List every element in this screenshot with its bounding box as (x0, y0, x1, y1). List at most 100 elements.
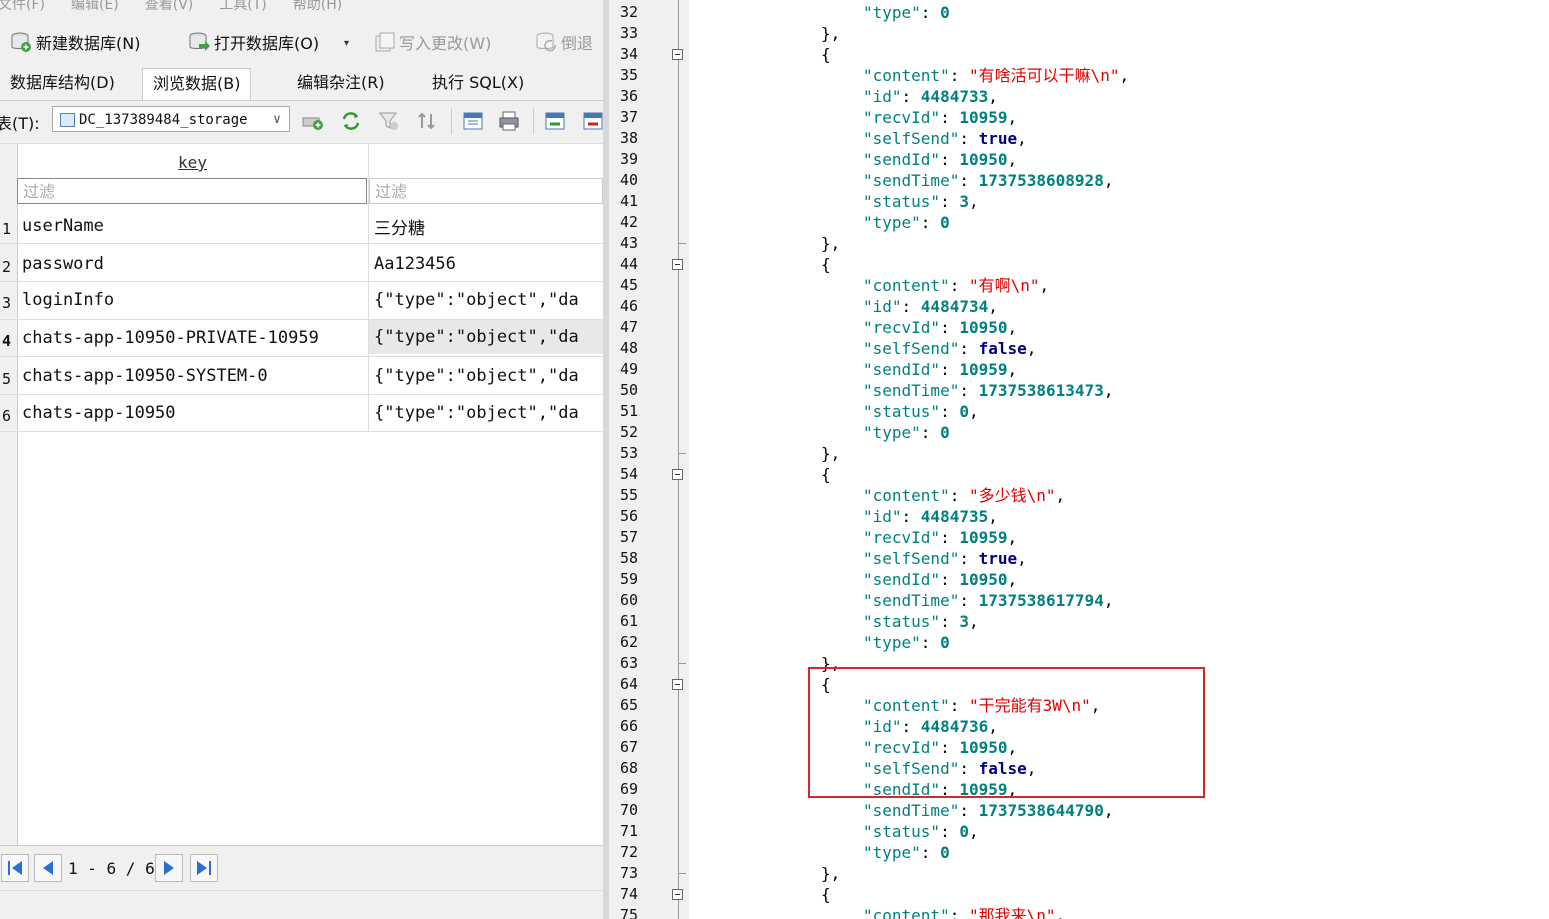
cell-value[interactable]: 三分糖 (374, 214, 603, 239)
code-line[interactable]: 34 { (609, 44, 1549, 65)
code-line[interactable]: 56 "id": 4484735, (609, 506, 1549, 527)
fold-toggle-icon[interactable] (672, 679, 683, 690)
code-token: "sendId" (863, 360, 941, 379)
fold-toggle-icon[interactable] (672, 259, 683, 270)
code-line[interactable]: 45 "content": "有啊\n", (609, 275, 1549, 296)
code-line[interactable]: 60 "sendTime": 1737538617794, (609, 590, 1549, 611)
cell-value[interactable]: Aa123456 (374, 254, 603, 274)
cell-value-selected[interactable]: {"type":"object","da (369, 320, 603, 354)
table-row[interactable]: 2 password Aa123456 (0, 244, 603, 282)
table-row[interactable]: 5 chats-app-10950-SYSTEM-0 {"type":"obje… (0, 357, 603, 395)
revert-changes-button[interactable]: 倒退 (535, 28, 593, 56)
code-line[interactable]: 72 "type": 0 (609, 842, 1549, 863)
menu-view[interactable]: 查看(V) (145, 0, 194, 13)
cell-key[interactable]: userName (22, 216, 104, 236)
code-text: { (821, 44, 831, 65)
code-line[interactable]: 52 "type": 0 (609, 422, 1549, 443)
code-line[interactable]: 38 "selfSend": true, (609, 128, 1549, 149)
code-line[interactable]: 61 "status": 3, (609, 611, 1549, 632)
code-line[interactable]: 70 "sendTime": 1737538644790, (609, 800, 1549, 821)
table-row[interactable]: 3 loginInfo {"type":"object","da (0, 282, 603, 320)
code-line[interactable]: 40 "sendTime": 1737538608928, (609, 170, 1549, 191)
cell-key[interactable]: password (22, 254, 104, 274)
menu-tools[interactable]: 工具(T) (219, 0, 266, 13)
sort-icon[interactable] (416, 110, 438, 132)
code-token: "selfSend" (863, 339, 960, 358)
fold-toggle-icon[interactable] (672, 889, 683, 900)
open-database-button[interactable]: 打开数据库(O) (188, 28, 319, 56)
code-line[interactable]: 47 "recvId": 10950, (609, 317, 1549, 338)
open-dropdown-icon[interactable]: ▾ (344, 38, 349, 49)
code-line[interactable]: 55 "content": "多少钱\n", (609, 485, 1549, 506)
code-line[interactable]: 73}, (609, 863, 1549, 884)
code-line[interactable]: 33}, (609, 23, 1549, 44)
first-page-button[interactable] (1, 854, 29, 882)
code-line[interactable]: 51 "status": 0, (609, 401, 1549, 422)
page-range: 1 - 6 / 6 (68, 859, 155, 878)
delete-row-icon[interactable] (582, 110, 603, 132)
print-icon[interactable] (498, 110, 520, 132)
column-header-key[interactable]: key (17, 144, 369, 178)
tab-database-structure[interactable]: 数据库结构(D) (0, 68, 125, 99)
code-line[interactable]: 62 "type": 0 (609, 632, 1549, 653)
write-changes-button[interactable]: 写入更改(W) (373, 28, 491, 56)
code-line[interactable]: 54 { (609, 464, 1549, 485)
filter-input-key[interactable]: 过滤 (17, 178, 367, 204)
code-line[interactable]: 75 "content": "那我来\n", (609, 905, 1549, 919)
code-line[interactable]: 53}, (609, 443, 1549, 464)
cell-key[interactable]: chats-app-10950-SYSTEM-0 (22, 366, 268, 386)
menu-edit[interactable]: 编辑(E) (71, 0, 119, 13)
code-line[interactable]: 44 { (609, 254, 1549, 275)
cell-value[interactable]: {"type":"object","da (374, 403, 603, 423)
menu-help[interactable]: 帮助(H) (293, 0, 342, 13)
prev-page-button[interactable] (34, 854, 62, 882)
code-line[interactable]: 41 "status": 3, (609, 191, 1549, 212)
code-token: , (1007, 150, 1018, 169)
code-line[interactable]: 37 "recvId": 10959, (609, 107, 1549, 128)
code-line[interactable]: 59 "sendId": 10950, (609, 569, 1549, 590)
code-line[interactable]: 48 "selfSend": false, (609, 338, 1549, 359)
insert-row-icon[interactable] (544, 110, 566, 132)
code-line[interactable]: 71 "status": 0, (609, 821, 1549, 842)
cell-value[interactable]: {"type":"object","da (374, 366, 603, 386)
cell-value[interactable]: {"type":"object","da (374, 290, 603, 310)
column-header-value[interactable] (368, 144, 603, 178)
code-line[interactable]: 32 "type": 0 (609, 2, 1549, 23)
table-row[interactable]: 6 chats-app-10950 {"type":"object","da (0, 394, 603, 432)
code-line[interactable]: 36 "id": 4484733, (609, 86, 1549, 107)
menu-file[interactable]: 文件(F) (0, 0, 45, 13)
table-row-selected[interactable]: 4 chats-app-10950-PRIVATE-10959 {"type":… (0, 319, 603, 357)
cell-key[interactable]: loginInfo (22, 290, 114, 310)
last-page-button[interactable] (190, 854, 218, 882)
clear-filter-icon[interactable] (378, 110, 400, 132)
table-row[interactable]: 1 userName 三分糖 (0, 206, 603, 244)
code-token: 4484733 (920, 87, 989, 106)
cell-key[interactable]: chats-app-10950-PRIVATE-10959 (22, 328, 319, 348)
code-text: }, (821, 443, 840, 464)
table-select[interactable]: DC_137389484_storage ∨ (52, 106, 290, 132)
code-line[interactable]: 39 "sendId": 10950, (609, 149, 1549, 170)
code-line[interactable]: 35 "content": "有啥活可以干嘛\n", (609, 65, 1549, 86)
refresh-icon[interactable] (340, 110, 362, 132)
tab-execute-sql[interactable]: 执行 SQL(X) (422, 68, 534, 99)
tab-browse-data[interactable]: 浏览数据(B) (142, 68, 252, 100)
add-record-icon[interactable] (302, 110, 324, 132)
next-page-button[interactable] (155, 854, 183, 882)
fold-toggle-icon[interactable] (672, 469, 683, 480)
tab-edit-pragmas[interactable]: 编辑杂注(R) (287, 68, 395, 99)
line-number: 51 (620, 402, 639, 420)
code-line[interactable]: 42 "type": 0 (609, 212, 1549, 233)
code-line[interactable]: 49 "sendId": 10959, (609, 359, 1549, 380)
fold-toggle-icon[interactable] (672, 49, 683, 60)
code-line[interactable]: 58 "selfSend": true, (609, 548, 1549, 569)
line-number: 66 (620, 717, 639, 735)
code-line[interactable]: 57 "recvId": 10959, (609, 527, 1549, 548)
save-table-icon[interactable] (462, 110, 484, 132)
code-line[interactable]: 74 { (609, 884, 1549, 905)
filter-input-value[interactable]: 过滤 (369, 178, 603, 204)
code-line[interactable]: 46 "id": 4484734, (609, 296, 1549, 317)
code-line[interactable]: 50 "sendTime": 1737538613473, (609, 380, 1549, 401)
new-database-button[interactable]: 新建数据库(N) (10, 28, 140, 56)
cell-key[interactable]: chats-app-10950 (22, 403, 176, 423)
code-line[interactable]: 43}, (609, 233, 1549, 254)
